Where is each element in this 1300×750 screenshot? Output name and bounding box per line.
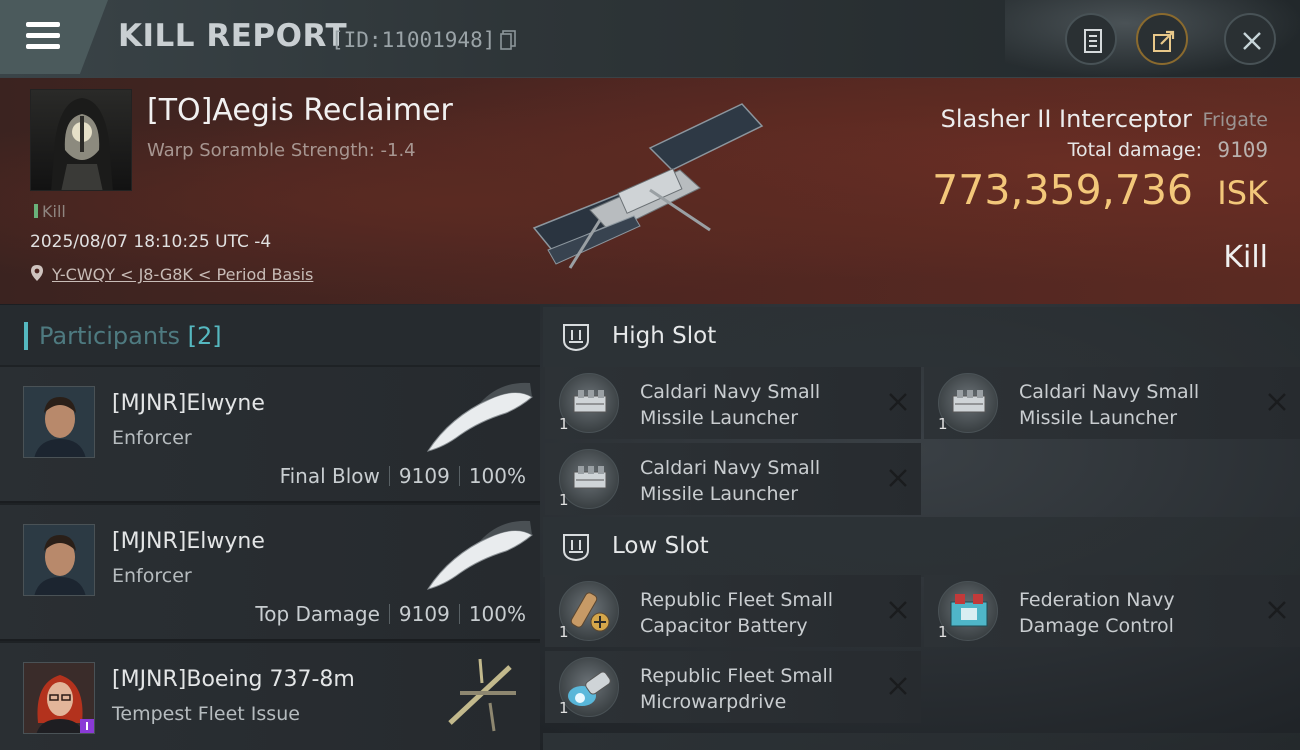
destroyed-x-icon [1268, 601, 1286, 619]
module-item[interactable]: 1 Republic Fleet Small Capacitor Battery [545, 575, 921, 647]
report-id: [ID:11001948] [331, 28, 496, 52]
participant-percent: 100% [468, 602, 526, 626]
module-quantity: 1 [559, 491, 569, 509]
victim-name[interactable]: [TO]Aegis Reclaimer [147, 93, 453, 128]
isk-value: 773,359,736 [932, 166, 1193, 214]
participant-avatar[interactable] [23, 662, 95, 734]
destroyed-x-icon [889, 677, 907, 695]
document-icon [1084, 29, 1102, 53]
participant-avatar[interactable] [23, 524, 95, 596]
module-item[interactable]: 1 Federation Navy Damage Control [924, 575, 1300, 647]
close-button[interactable] [1224, 13, 1276, 65]
module-name: Caldari Navy Small Missile Launcher [1019, 381, 1200, 429]
destroyed-x-icon [889, 393, 907, 411]
module-quantity: 1 [559, 699, 569, 717]
participant-role: Top Damage [255, 602, 380, 626]
module-quantity: 1 [559, 623, 569, 641]
kill-datetime: 2025/08/07 18:10:25 UTC -4 [30, 232, 272, 252]
module-item[interactable]: 1 Caldari Navy Small Missile Launcher [545, 443, 921, 515]
victim-ship-image[interactable] [530, 100, 770, 280]
participant-row[interactable]: [MJNR]Elwyne Enforcer Top Damage 9109 100% [0, 505, 540, 641]
isk-unit: ISK [1217, 174, 1268, 212]
module-quantity: 1 [938, 415, 948, 433]
header-accent-bar [24, 322, 28, 350]
participant-ship-image [448, 658, 516, 732]
location-text: Y-CWQY < J8-G8K < Period Basis [52, 265, 314, 284]
next-slot-header [543, 733, 1300, 750]
low-slot-label: Low Slot [612, 533, 709, 559]
page-title: KILL REPORT [118, 18, 348, 54]
high-slot-header: High Slot [543, 307, 1300, 367]
participants-label: Participants [39, 322, 180, 350]
copy-icon[interactable] [500, 30, 516, 50]
module-item[interactable]: 1 Republic Fleet Small Microwarpdrive [545, 651, 921, 723]
share-button[interactable] [1136, 13, 1188, 65]
fitting-panel: High Slot 1 Caldari Navy Small Missile L… [543, 305, 1300, 750]
menu-button[interactable] [0, 0, 108, 74]
warp-scramble-strength: Warp Soramble Strength: -1.4 [147, 140, 416, 161]
module-quantity: 1 [938, 623, 948, 641]
close-icon [1243, 32, 1261, 50]
total-damage-value: 9109 [1217, 138, 1268, 162]
kill-report-window: KILL REPORT [ID:11001948] [TO]Aegis Recl… [0, 0, 1300, 750]
hamburger-icon [26, 22, 60, 55]
kill-tag: Kill [34, 202, 66, 221]
location-link[interactable]: Y-CWQY < J8-G8K < Period Basis [30, 264, 313, 284]
module-item[interactable]: 1 Caldari Navy Small Missile Launcher [545, 367, 921, 439]
victim-ship-class: Frigate [1202, 109, 1268, 131]
total-damage-label: Total damage: [1067, 139, 1202, 161]
share-icon [1153, 30, 1175, 52]
high-slot-label: High Slot [612, 323, 717, 349]
top-bar: KILL REPORT [ID:11001948] [0, 0, 1300, 78]
participant-ship-image [426, 520, 533, 590]
participant-row[interactable]: [MJNR]Boeing 737-8m Tempest Fleet Issue [0, 643, 540, 750]
module-item[interactable]: 1 Caldari Navy Small Missile Launcher [924, 367, 1300, 439]
module-name: Republic Fleet Small Capacitor Battery [640, 589, 834, 637]
module-name: Caldari Navy Small Missile Launcher [640, 457, 821, 505]
notes-button[interactable] [1065, 13, 1117, 65]
participant-stats: Final Blow 9109 100% [280, 464, 526, 488]
destroyed-x-icon [1268, 393, 1286, 411]
participant-percent: 100% [468, 464, 526, 488]
module-name: Caldari Navy Small Missile Launcher [640, 381, 821, 429]
participants-count: [2] [187, 322, 222, 350]
participants-panel: Participants [2] [MJNR]Elwyne Enforcer F… [0, 305, 540, 750]
module-name: Federation Navy Damage Control [1019, 589, 1175, 637]
module-name: Republic Fleet Small Microwarpdrive [640, 665, 834, 713]
victim-avatar[interactable] [30, 89, 132, 191]
low-slot-header: Low Slot [543, 517, 1300, 577]
participant-stats: Top Damage 9109 100% [255, 602, 526, 626]
participants-header: Participants [2] [0, 305, 540, 365]
participant-ship: Enforcer [112, 427, 192, 449]
participant-ship-image [426, 382, 533, 452]
high-slot-icon [563, 324, 589, 352]
participant-ship: Tempest Fleet Issue [112, 703, 300, 725]
participant-name[interactable]: [MJNR]Elwyne [112, 529, 265, 554]
participant-name[interactable]: [MJNR]Boeing 737-8m [112, 667, 355, 692]
low-slot-icon [563, 534, 589, 562]
destroyed-x-icon [889, 601, 907, 619]
participant-name[interactable]: [MJNR]Elwyne [112, 391, 265, 416]
participant-role: Final Blow [279, 464, 380, 488]
result-label: Kill [1223, 240, 1268, 275]
participant-avatar[interactable] [23, 386, 95, 458]
victim-ship-name[interactable]: Slasher II Interceptor [941, 105, 1192, 133]
participant-damage: 9109 [398, 602, 450, 626]
victim-summary: [TO]Aegis Reclaimer Warp Soramble Streng… [0, 78, 1300, 304]
participants-title: Participants [2] [39, 322, 222, 350]
location-pin-icon [31, 265, 43, 281]
destroyed-x-icon [889, 469, 907, 487]
participant-damage: 9109 [398, 464, 450, 488]
module-quantity: 1 [559, 415, 569, 433]
participant-row[interactable]: [MJNR]Elwyne Enforcer Final Blow 9109 100% [0, 367, 540, 503]
participant-ship: Enforcer [112, 565, 192, 587]
